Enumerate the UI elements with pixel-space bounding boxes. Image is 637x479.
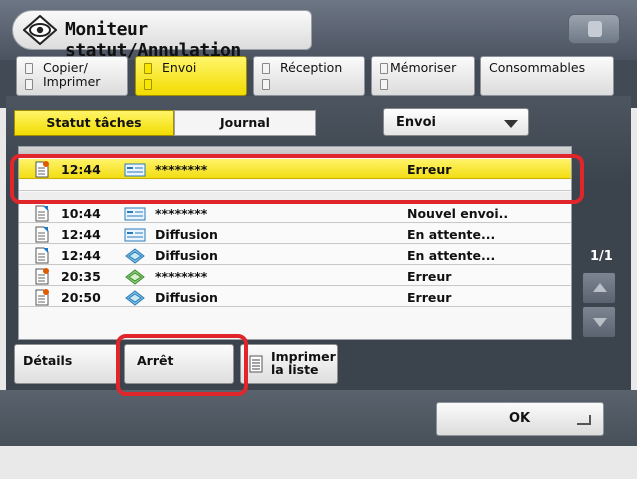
fax-icon [124,163,146,177]
print-list-button[interactable]: Imprimer la liste [240,344,338,384]
row-time: 12:44 [61,162,101,177]
scroll-down-button[interactable] [582,306,616,338]
row-status: Erreur [407,290,452,305]
tab-indicator [25,79,33,90]
tab-label: Consommables [489,60,586,75]
row-time: 10:44 [61,206,101,221]
eye-monitor-icon [23,15,57,45]
arrow-up-icon [593,283,607,292]
row-status: Nouvel envoi.. [407,206,509,221]
box-icon [588,21,602,37]
chevron-down-icon [504,120,518,128]
multi-destination-icon [125,248,145,264]
tab-indicator [262,79,270,90]
table-row[interactable]: 12:44 Diffusion En attente... [19,245,571,265]
document-error-icon [35,268,49,285]
table-row[interactable]: 12:44 Diffusion En attente... [19,224,571,244]
title-bar: Moniteur statut/Annulation [0,0,637,61]
details-label: Détails [23,353,73,368]
page-indicator: 1/1 [590,249,613,264]
document-list-icon [249,355,263,373]
row-destination: ******** [155,269,208,284]
tab-indicator [144,79,152,90]
document-error-icon [35,289,49,306]
fax-icon [124,228,146,242]
row-time: 12:44 [61,248,101,263]
tab-label: Réception [280,60,343,75]
tab-store[interactable]: Mémoriser [371,56,475,96]
tab-indicator [380,63,388,74]
row-time: 20:50 [61,290,101,305]
row-status: Erreur [407,162,452,177]
job-list[interactable]: 12:44 ******** Erreur 10:44 ******** Nou… [18,146,572,340]
list-item-partial [19,192,571,201]
tab-send[interactable]: Envoi [135,56,247,96]
enter-icon [577,415,591,425]
tab-label: Mémoriser [390,60,457,75]
tab-label: Copier/ Imprimer [43,60,101,89]
tab-copy-print[interactable]: Copier/ Imprimer [16,56,128,96]
table-row[interactable]: 20:50 Diffusion Erreur [19,287,571,307]
stop-button[interactable]: Arrêt [124,344,234,384]
print-list-label: Imprimer la liste [271,349,336,377]
arrow-down-icon [593,318,607,327]
tab-indicator [262,63,270,74]
multi-destination-icon [125,290,145,306]
document-error-icon [35,161,49,178]
row-destination: Diffusion [155,290,218,305]
stop-label: Arrêt [137,353,174,368]
row-status: Erreur [407,269,452,284]
row-time: 20:35 [61,269,101,284]
document-send-icon [35,247,49,264]
tab-consumables[interactable]: Consommables [480,56,614,96]
subtab-job-status[interactable]: Statut tâches [14,110,174,136]
row-status: En attente... [407,248,496,263]
tab-indicator [380,79,388,90]
counter-check-button[interactable] [568,14,620,44]
page-title: Moniteur statut/Annulation [65,19,241,61]
table-row[interactable]: 20:35 ******** Erreur [19,266,571,286]
details-button[interactable]: Détails [14,344,118,384]
tab-indicator [144,63,152,74]
fax-icon [124,207,146,221]
list-item-partial [19,181,571,191]
title-pill: Moniteur statut/Annulation [12,10,312,61]
document-send-icon [35,226,49,243]
ok-button[interactable]: OK [436,402,604,436]
tab-indicator [25,63,33,74]
multi-destination-icon [125,269,145,285]
scroll-up-button[interactable] [582,272,616,304]
screen: Moniteur statut/Annulation Copier/ Impri… [0,0,637,479]
ok-label: OK [509,411,531,426]
row-time: 12:44 [61,227,101,242]
table-row[interactable]: 10:44 ******** Nouvel envoi.. [19,203,571,223]
job-type-dropdown[interactable]: Envoi [383,108,529,136]
row-destination: Diffusion [155,227,218,242]
subtab-journal[interactable]: Journal [174,110,316,136]
row-status: En attente... [407,227,496,242]
table-row[interactable]: 12:44 ******** Erreur [19,159,571,179]
row-destination: Diffusion [155,248,218,263]
row-destination: ******** [155,206,208,221]
row-destination: ******** [155,162,208,177]
list-header [19,147,571,157]
tab-receive[interactable]: Réception [253,56,365,96]
dropdown-value: Envoi [396,115,436,130]
tab-label: Envoi [162,60,197,75]
document-send-icon [35,205,49,222]
